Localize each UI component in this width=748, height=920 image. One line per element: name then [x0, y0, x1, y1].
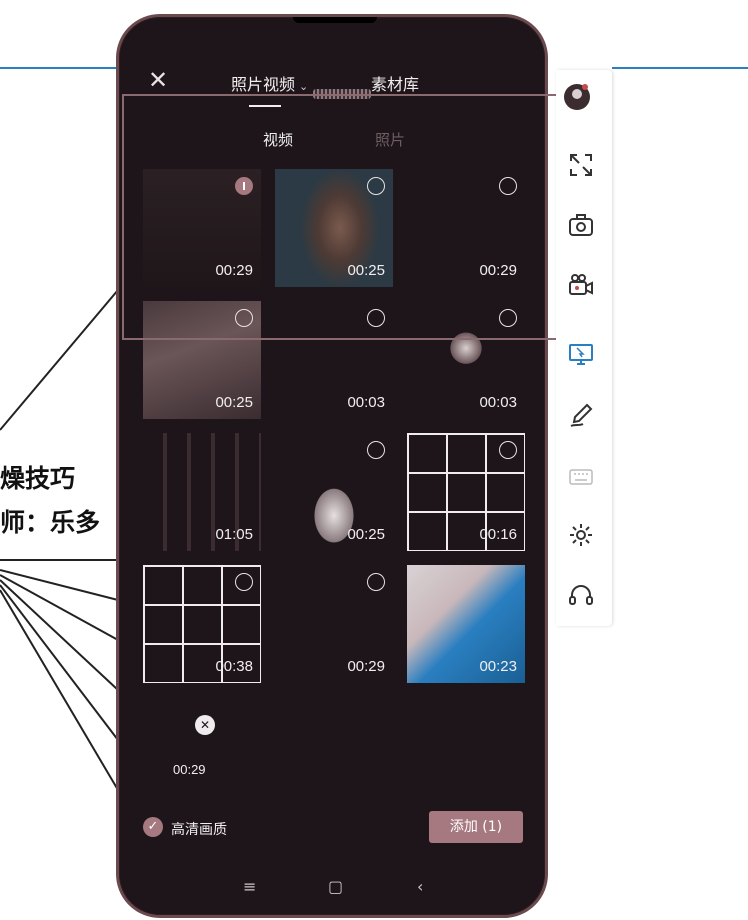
chevron-down-icon: ⌄: [299, 80, 309, 93]
floating-toolbar: [556, 70, 612, 626]
phone-speaker-grille: [313, 89, 371, 99]
video-duration: 00:03: [347, 394, 385, 411]
selection-circle[interactable]: [367, 177, 385, 195]
video-duration: 00:25: [347, 526, 385, 543]
tab-active-indicator: [249, 105, 281, 107]
phone-frame: ✕ 照片视频 ⌄ 素材库 视频 照片 00:29 00:25 00:29 00:…: [116, 14, 548, 918]
video-duration: 00:25: [215, 394, 253, 411]
selection-circle[interactable]: [235, 177, 253, 195]
selection-circle[interactable]: [235, 309, 253, 327]
add-button[interactable]: 添加 (1): [429, 811, 523, 843]
media-item[interactable]: 00:23: [407, 565, 525, 683]
selection-circle[interactable]: [235, 573, 253, 591]
media-item[interactable]: 00:25: [275, 169, 393, 287]
video-duration: 01:05: [215, 526, 253, 543]
video-duration: 00:38: [215, 658, 253, 675]
slide-blue-line-right: [612, 67, 748, 69]
back-icon[interactable]: ‹: [417, 877, 423, 896]
fullscreen-icon[interactable]: [566, 150, 596, 180]
video-duration: 00:29: [347, 658, 385, 675]
menu-icon[interactable]: ≡: [243, 877, 256, 896]
video-duration: 00:29: [479, 262, 517, 279]
avatar[interactable]: [562, 82, 592, 112]
picker-header: ✕ 照片视频 ⌄ 素材库: [119, 67, 545, 107]
media-item[interactable]: 00:16: [407, 433, 525, 551]
video-duration: 00:29: [173, 762, 206, 777]
video-duration: 00:16: [479, 526, 517, 543]
selection-circle[interactable]: [367, 441, 385, 459]
home-icon[interactable]: ▢: [328, 877, 343, 896]
android-nav-bar: ≡ ▢ ‹: [119, 877, 545, 903]
selection-circle[interactable]: [499, 177, 517, 195]
media-type-tabs: 视频 照片: [119, 129, 545, 153]
tab-photos-video[interactable]: 照片视频 ⌄: [231, 71, 308, 95]
camera-icon[interactable]: [566, 210, 596, 240]
screen: 燥技巧 师：乐多 ✕ 照片视频 ⌄ 素材库 视频 照片 00:29 00:25 …: [0, 0, 748, 920]
bottom-bar: ✓ 高清画质 添加 (1): [119, 809, 545, 849]
keyboard-icon[interactable]: [566, 462, 596, 492]
video-duration: 00:25: [347, 262, 385, 279]
selection-circle[interactable]: [499, 441, 517, 459]
close-icon[interactable]: ✕: [147, 68, 169, 92]
tab-photos-video-label: 照片视频: [231, 75, 296, 94]
settings-gear-icon[interactable]: [566, 520, 596, 550]
remove-icon[interactable]: ✕: [195, 715, 215, 735]
selection-circle[interactable]: [367, 573, 385, 591]
media-item[interactable]: 01:05: [143, 433, 261, 551]
hq-checkbox[interactable]: ✓: [143, 817, 163, 837]
video-camera-icon[interactable]: [566, 270, 596, 300]
media-item[interactable]: 00:03: [407, 301, 525, 419]
hq-label: 高清画质: [171, 822, 227, 838]
tab-library[interactable]: 素材库: [371, 71, 419, 95]
video-duration: 00:29: [215, 262, 253, 279]
subtab-video[interactable]: 视频: [263, 129, 293, 150]
video-duration: 00:23: [479, 658, 517, 675]
media-item[interactable]: 00:38: [143, 565, 261, 683]
media-item[interactable]: 00:29: [407, 169, 525, 287]
phone-notch: [293, 17, 377, 23]
media-item[interactable]: 00:29: [143, 169, 261, 287]
media-item[interactable]: 00:03: [275, 301, 393, 419]
pen-icon[interactable]: [566, 400, 596, 430]
selection-circle[interactable]: [367, 309, 385, 327]
media-item[interactable]: 00:25: [143, 301, 261, 419]
subtab-photo[interactable]: 照片: [375, 129, 405, 150]
media-item[interactable]: 00:29: [275, 565, 393, 683]
selection-circle[interactable]: [499, 309, 517, 327]
video-duration: 00:03: [479, 394, 517, 411]
screen-pointer-icon[interactable]: [566, 340, 596, 370]
media-item[interactable]: 00:25: [275, 433, 393, 551]
headset-icon[interactable]: [566, 580, 596, 610]
media-item[interactable]: ✕ 00:29: [143, 697, 261, 787]
